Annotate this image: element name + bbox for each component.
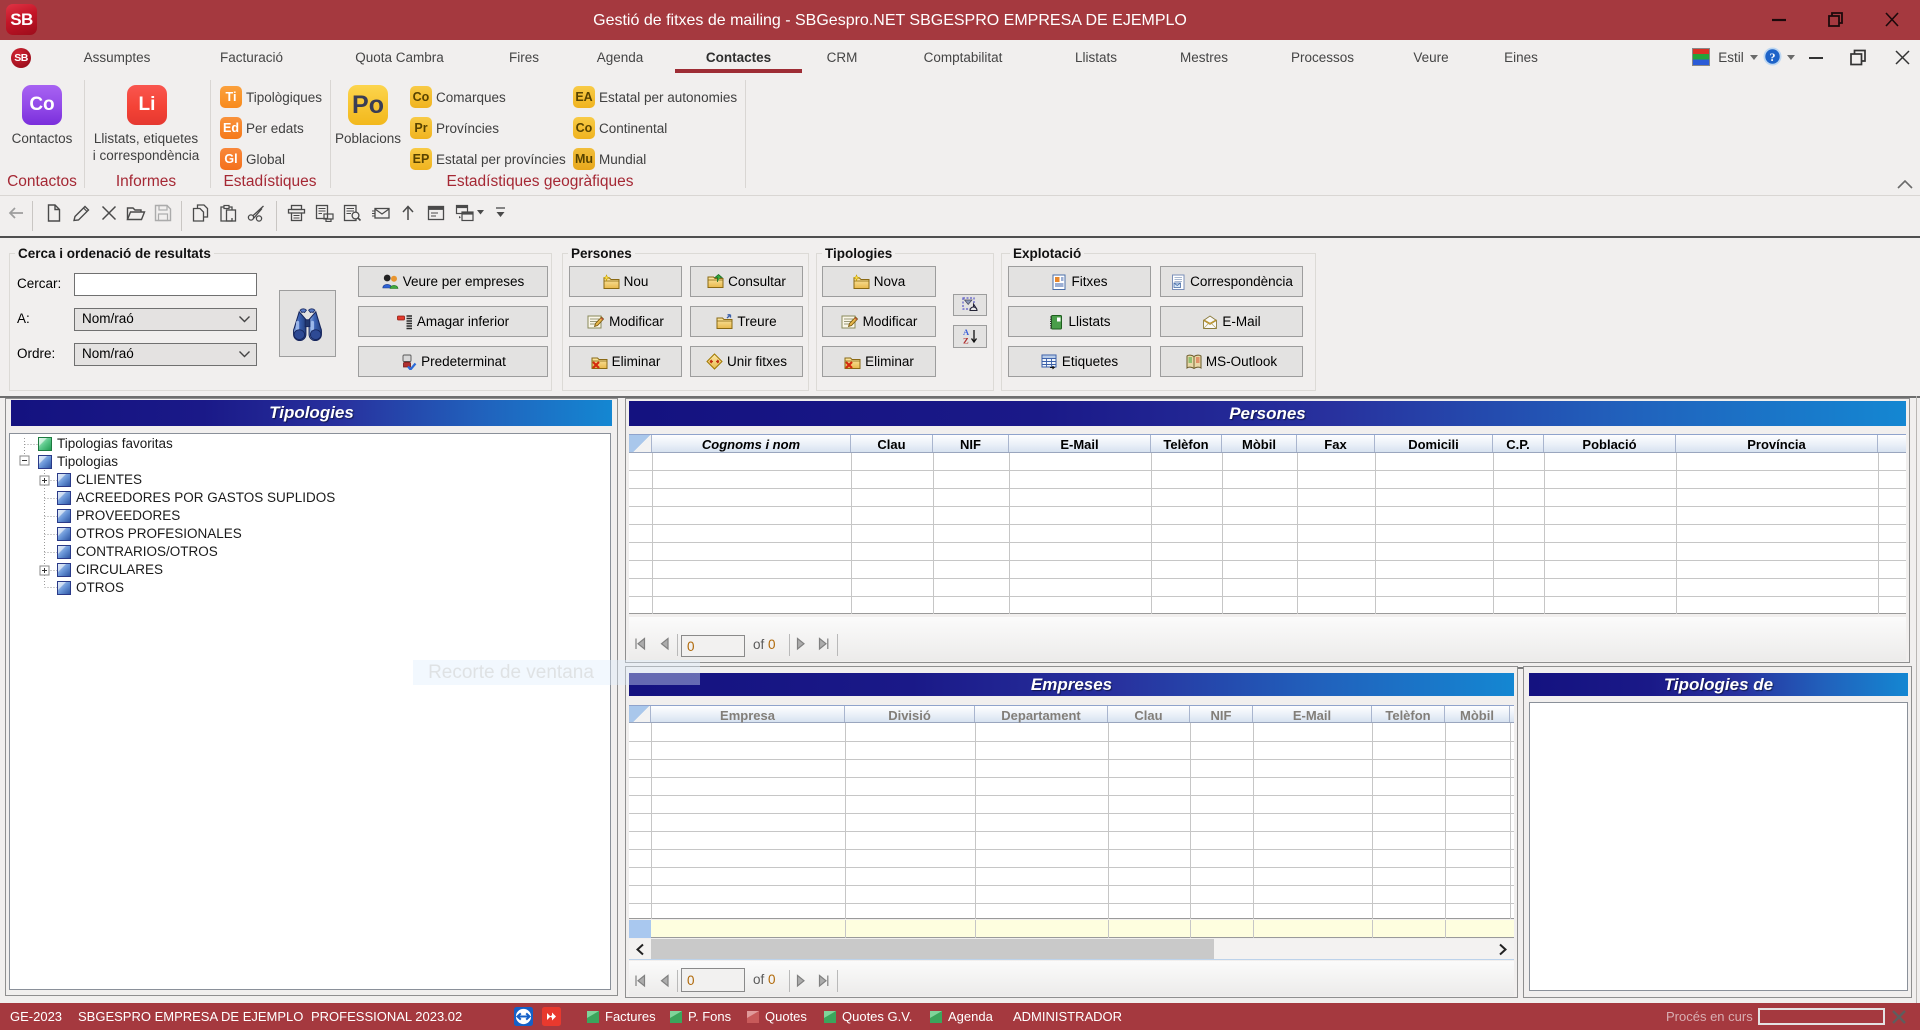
svg-text:?: ? <box>1770 50 1776 64</box>
